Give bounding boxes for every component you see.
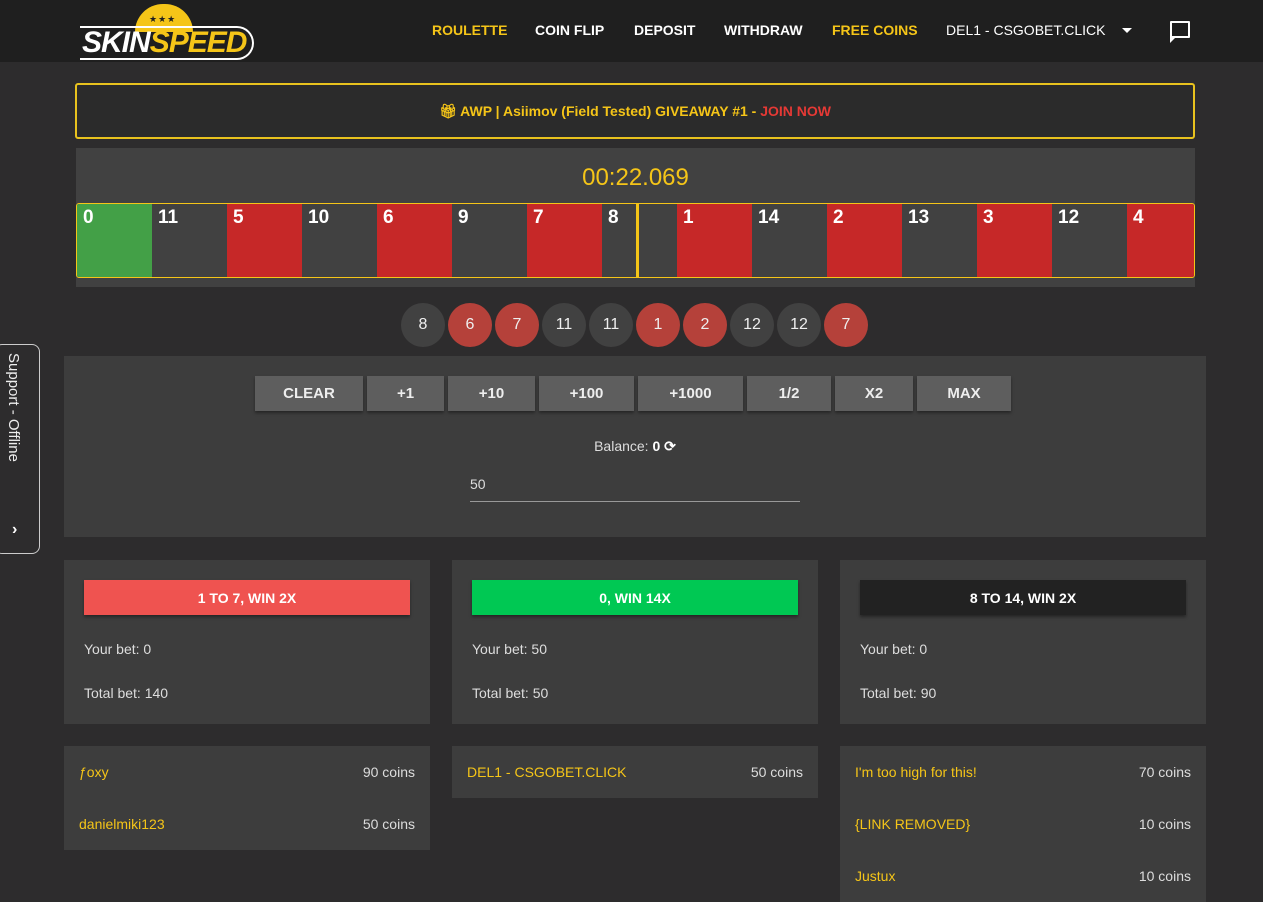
place-bet-button[interactable]: 8 TO 14, WIN 2X bbox=[860, 580, 1186, 615]
bettor-coins: 50 coins bbox=[362, 816, 415, 832]
user-menu[interactable]: DEL1 - CSGOBET.CLICK bbox=[946, 22, 1106, 38]
bet-label-part: , WIN 2X bbox=[240, 589, 297, 606]
bettor-row: ƒoxy 90 coins bbox=[64, 746, 430, 798]
bet-button-10[interactable]: +10 bbox=[448, 376, 535, 411]
roulette-cell: 3 bbox=[977, 204, 1052, 277]
roulette-cell: 12 bbox=[1052, 204, 1127, 277]
bet-label-part: 14 bbox=[1004, 589, 1021, 606]
bet-label-part: 0 bbox=[599, 589, 607, 606]
bettor-row: Justux 10 coins bbox=[840, 850, 1206, 902]
history-result: 12 bbox=[730, 303, 774, 347]
roulette-cell: 13 bbox=[902, 204, 977, 277]
total-bet: Total bet: 50 bbox=[472, 685, 549, 701]
roulette-cell: 5 bbox=[227, 204, 302, 277]
support-tab[interactable]: Support - Offline › bbox=[0, 344, 40, 554]
bet-label-part: , WIN 14X bbox=[607, 589, 671, 606]
history-result: 7 bbox=[495, 303, 539, 347]
nav-coin-flip[interactable]: COIN FLIP bbox=[535, 22, 604, 38]
bettors-list: ƒoxy 90 coins danielmiki123 50 coins bbox=[64, 746, 430, 850]
chevron-right-icon[interactable]: › bbox=[12, 521, 17, 539]
bettor-coins: 90 coins bbox=[362, 764, 415, 780]
bettor-coins: 10 coins bbox=[1138, 868, 1191, 884]
place-bet-button[interactable]: 0, WIN 14X bbox=[472, 580, 798, 615]
history-result: 12 bbox=[777, 303, 821, 347]
roulette-cell: 9 bbox=[452, 204, 527, 277]
history-result: 11 bbox=[589, 303, 633, 347]
bettor-name[interactable]: danielmiki123 bbox=[79, 816, 165, 832]
bet-label-part: 1 bbox=[197, 589, 206, 606]
history-result: 8 bbox=[401, 303, 445, 347]
bet-button-x2[interactable]: X2 bbox=[835, 376, 913, 411]
caret-down-icon[interactable] bbox=[1122, 28, 1132, 33]
nav-free-coins[interactable]: FREE COINS bbox=[832, 22, 918, 38]
nav-roulette[interactable]: ROULETTE bbox=[432, 22, 507, 38]
roulette-cell: 0 bbox=[77, 204, 152, 277]
countdown-timer: 00:22.069 bbox=[582, 164, 689, 191]
bet-label-part: TO bbox=[977, 589, 1005, 606]
balance: Balance: 0 ⟳ bbox=[594, 438, 676, 454]
bet-button-1[interactable]: +1 bbox=[367, 376, 444, 411]
refresh-icon[interactable]: ⟳ bbox=[664, 438, 676, 454]
chat-icon[interactable] bbox=[1170, 21, 1190, 43]
bettor-name[interactable]: {LINK REMOVED} bbox=[855, 816, 970, 832]
history-result: 1 bbox=[636, 303, 680, 347]
place-bet-button[interactable]: 1 TO 7, WIN 2X bbox=[84, 580, 410, 615]
history-list: 8 6 7 11 11 1 2 12 12 7 bbox=[401, 303, 868, 347]
bettor-row: DEL1 - CSGOBET.CLICK 50 coins bbox=[452, 746, 818, 798]
top-nav-bar: ★★★ SKINSPEED ROULETTE COIN FLIP DEPOSIT… bbox=[0, 0, 1263, 62]
bettor-coins: 70 coins bbox=[1138, 764, 1191, 780]
roulette-pointer bbox=[636, 203, 639, 278]
bet-card: 8 TO 14, WIN 2X Your bet: 0 Total bet: 90 bbox=[840, 560, 1206, 724]
roulette-cell: 14 bbox=[752, 204, 827, 277]
bettor-name[interactable]: DEL1 - CSGOBET.CLICK bbox=[467, 764, 627, 780]
nav-withdraw[interactable]: WITHDRAW bbox=[724, 22, 803, 38]
bettor-name[interactable]: ƒoxy bbox=[79, 764, 109, 780]
total-bet: Total bet: 140 bbox=[84, 685, 169, 701]
roulette-cell: 6 bbox=[377, 204, 452, 277]
history-result: 2 bbox=[683, 303, 727, 347]
bet-card: 1 TO 7, WIN 2X Your bet: 0 Total bet: 140 bbox=[64, 560, 430, 724]
history-result: 6 bbox=[448, 303, 492, 347]
roulette-cell: 7 bbox=[527, 204, 602, 277]
bettor-row: danielmiki123 50 coins bbox=[64, 798, 430, 850]
bet-button-max[interactable]: MAX bbox=[917, 376, 1011, 411]
bet-button-100[interactable]: +100 bbox=[539, 376, 634, 411]
history-result: 11 bbox=[542, 303, 586, 347]
bet-button-1000[interactable]: +1000 bbox=[638, 376, 743, 411]
roulette-cell: 8 bbox=[602, 204, 677, 277]
bet-button-clear[interactable]: CLEAR bbox=[255, 376, 363, 411]
bet-label-part: , WIN 2X bbox=[1020, 589, 1077, 606]
gift-icon: 🎁︎ bbox=[438, 103, 457, 119]
your-bet: Your bet: 0 bbox=[860, 641, 928, 657]
nav-deposit[interactable]: DEPOSIT bbox=[634, 22, 695, 38]
your-bet: Your bet: 50 bbox=[472, 641, 547, 657]
bet-card: 0, WIN 14X Your bet: 50 Total bet: 50 bbox=[452, 560, 818, 724]
bettor-row: I'm too high for this! 70 coins bbox=[840, 746, 1206, 798]
roulette-panel: 00:22.069 0 11 5 10 6 9 7 8 1 14 2 13 3 12 4 bbox=[76, 148, 1195, 287]
roulette-cell: 4 bbox=[1127, 204, 1194, 277]
roulette-cell: 10 bbox=[302, 204, 377, 277]
bet-button-12[interactable]: 1/2 bbox=[747, 376, 831, 411]
roulette-cell: 1 bbox=[677, 204, 752, 277]
history-result: 7 bbox=[824, 303, 868, 347]
bettor-coins: 50 coins bbox=[750, 764, 803, 780]
bet-amount-input[interactable] bbox=[470, 466, 800, 502]
bettor-name[interactable]: I'm too high for this! bbox=[855, 764, 977, 780]
giveaway-banner: 🎁︎ AWP | Asiimov (Field Tested) GIVEAWAY… bbox=[75, 83, 1195, 139]
bettors-list: DEL1 - CSGOBET.CLICK 50 coins bbox=[452, 746, 818, 798]
bet-label-part: 8 bbox=[969, 589, 978, 606]
bettor-name[interactable]: Justux bbox=[855, 868, 895, 884]
your-bet: Your bet: 0 bbox=[84, 641, 152, 657]
bet-label-part: TO bbox=[205, 589, 233, 606]
bettors-list: I'm too high for this! 70 coins {LINK REMO… bbox=[840, 746, 1206, 902]
bettor-coins: 10 coins bbox=[1138, 816, 1191, 832]
roulette-cell: 11 bbox=[152, 204, 227, 277]
bettor-row: {LINK REMOVED} 10 coins bbox=[840, 798, 1206, 850]
skinspeed-logo[interactable]: ★★★ SKINSPEED bbox=[80, 4, 255, 60]
bet-panel: CLEAR +1 +10 +100 +1000 1/2 X2 MAX Balance: 0 ⟳ bbox=[64, 356, 1206, 537]
total-bet: Total bet: 90 bbox=[860, 685, 937, 701]
roulette-cell: 2 bbox=[827, 204, 902, 277]
join-now-link[interactable]: JOIN NOW bbox=[760, 103, 831, 119]
